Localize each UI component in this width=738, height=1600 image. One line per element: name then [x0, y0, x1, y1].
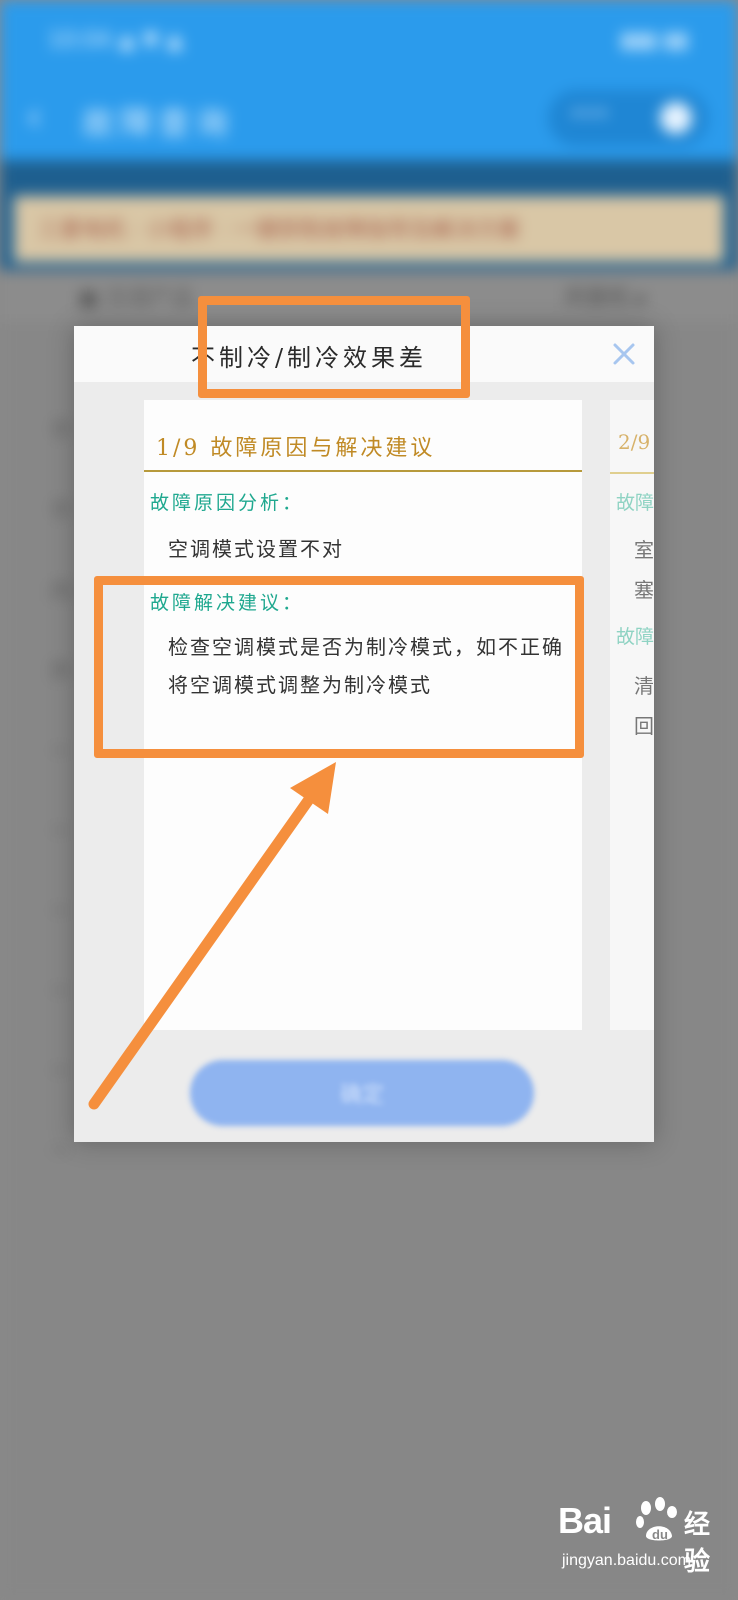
list-item: ㅡ: [50, 980, 71, 1005]
status-time: 10:04 ▲ ▼ ▲: [48, 28, 184, 53]
list-item: 内: [50, 580, 73, 605]
watermark-brand: Bai: [558, 1500, 612, 1541]
list-item: ㅡ: [50, 1140, 71, 1165]
suggestion-text: 回: [634, 714, 654, 738]
watermark-url: jingyan.baidu.com: [562, 1552, 691, 1569]
cause-text: 室: [634, 538, 654, 562]
confirm-button-label: 确定: [339, 1082, 384, 1107]
confirm-button[interactable]: 确定: [190, 1060, 534, 1126]
card-header-text: 2/9: [618, 430, 651, 454]
list-item: ㅡ: [50, 740, 71, 765]
cause-text: 空调模式设置不对: [168, 537, 344, 561]
card-divider: [610, 472, 654, 474]
cause-label: 故障原因分析：: [150, 492, 305, 514]
baidu-jingyan-watermark: Bai du 经验 jingyan.baidu.com: [552, 1492, 728, 1582]
list-item: 不: [50, 420, 73, 445]
baidu-paw-icon: du: [636, 1497, 677, 1542]
more-icon[interactable]: •••: [570, 102, 609, 127]
cause-label: 故障: [616, 492, 654, 514]
close-button[interactable]: [608, 338, 640, 370]
product-label: ■ 空调产品: [78, 286, 194, 311]
cause-text: 塞: [634, 578, 654, 602]
back-arrow-icon[interactable]: ‹: [26, 94, 42, 140]
notice-banner[interactable]: 三菱电机 · 小程序 · 一键获取故障指导及解决方案: [14, 196, 724, 262]
list-item: 外: [50, 660, 73, 685]
product-value: 风管机 ▸: [563, 286, 648, 311]
page-title: 故障查询: [82, 104, 235, 142]
status-system-icons: ▮▮▮ ▮▮: [620, 28, 688, 53]
suggestion-text: 清: [634, 674, 654, 698]
svg-text:du: du: [652, 1527, 668, 1542]
title-highlight-box: [198, 296, 470, 398]
suggestion-highlight-box: [94, 576, 584, 758]
card-header: 1/9 故障原因与解决建议: [144, 424, 582, 472]
list-item: ㅡ: [50, 1060, 71, 1085]
close-circle-icon[interactable]: [660, 102, 692, 134]
status-bar: 10:04 ▲ ▼ ▲ ▮▮▮ ▮▮: [0, 0, 738, 80]
mini-program-capsule[interactable]: •••: [548, 90, 708, 146]
list-item: ㅡ: [50, 820, 71, 845]
fault-card-2-peek[interactable]: 2/9 故障 室 塞 故障 清 回: [610, 400, 654, 1030]
notice-text: 三菱电机 · 小程序 · 一键获取故障指导及解决方案: [38, 218, 520, 243]
list-item: 不: [50, 500, 73, 525]
card-header-text: 1/9 故障原因与解决建议: [156, 436, 436, 461]
close-icon: [613, 343, 635, 365]
list-item: ㅡ: [50, 900, 71, 925]
app-header: ‹ 故障查询 •••: [0, 80, 738, 160]
suggestion-label: 故障: [616, 626, 654, 648]
